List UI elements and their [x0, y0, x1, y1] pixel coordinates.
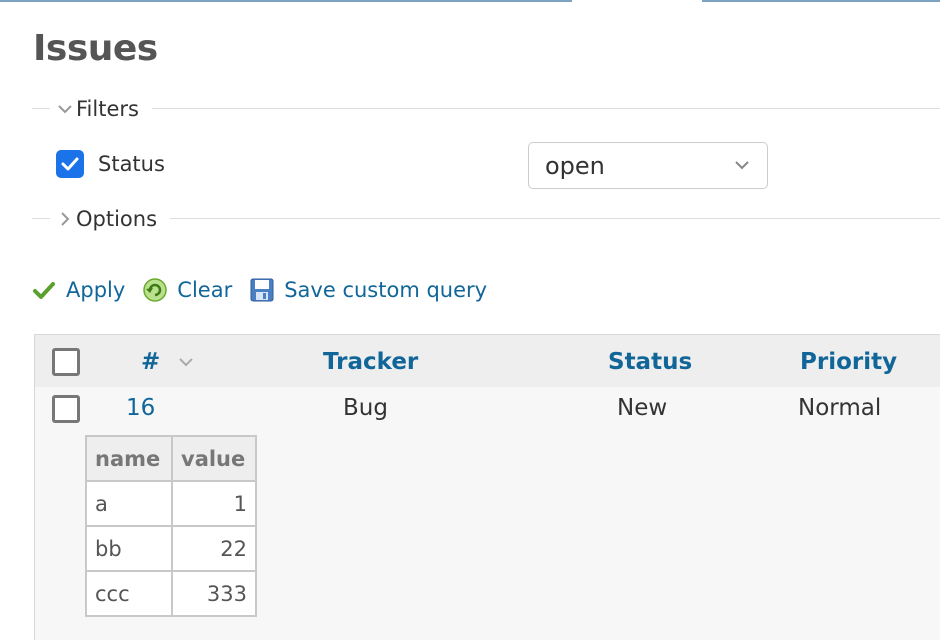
page-title: Issues — [33, 28, 158, 69]
list-header-row: # Tracker Status Priority — [35, 335, 940, 387]
table-row: bb 22 — [85, 525, 257, 572]
chevron-down-icon — [735, 161, 749, 170]
select-all-checkbox[interactable] — [52, 348, 80, 376]
issue-status: New — [617, 395, 668, 421]
status-filter-row: Status — [56, 150, 165, 178]
issue-id-link[interactable]: 16 — [126, 395, 155, 421]
options-legend-label: Options — [76, 207, 158, 231]
apply-button[interactable]: Apply — [30, 276, 125, 304]
row-checkbox[interactable] — [52, 395, 80, 423]
description-table: name value a 1 bb 22 ccc 333 — [85, 435, 257, 617]
clear-button[interactable]: Clear — [141, 276, 232, 304]
column-header-status[interactable]: Status — [608, 349, 692, 375]
issue-tracker: Bug — [343, 395, 388, 421]
cell-value: 1 — [171, 480, 257, 527]
status-operator-value: open — [545, 151, 605, 180]
apply-label: Apply — [66, 278, 126, 302]
issues-list: # Tracker Status Priority 16 Bug New Nor… — [34, 334, 940, 640]
chevron-down-icon[interactable] — [54, 97, 76, 121]
clear-label: Clear — [177, 278, 233, 302]
cell-name: ccc — [85, 570, 173, 617]
issue-priority: Normal — [798, 395, 882, 421]
status-filter-checkbox[interactable] — [56, 150, 84, 178]
cell-value: 333 — [171, 570, 257, 617]
save-query-label: Save custom query — [284, 278, 488, 302]
chevron-right-icon[interactable] — [54, 207, 76, 231]
description-table-header: name value — [85, 435, 257, 482]
reload-icon — [141, 276, 169, 304]
checkmark-icon — [61, 157, 79, 171]
save-icon — [248, 276, 276, 304]
top-strip-segment — [702, 0, 940, 2]
query-actions: Apply Clear Save custom query — [30, 273, 503, 307]
column-header-tracker[interactable]: Tracker — [323, 349, 418, 375]
options-fieldset: Options — [32, 207, 940, 231]
filters-legend[interactable]: Filters — [54, 97, 143, 121]
sort-desc-icon — [179, 358, 193, 367]
cell-value: 22 — [171, 525, 257, 572]
table-row: a 1 — [85, 480, 257, 527]
status-filter-label: Status — [98, 152, 165, 176]
header-value: value — [171, 435, 257, 482]
column-header-id[interactable]: # — [141, 349, 160, 375]
options-legend[interactable]: Options — [54, 207, 162, 231]
cell-name: a — [85, 480, 173, 527]
filters-legend-label: Filters — [76, 97, 139, 121]
top-tab-strip — [0, 0, 940, 3]
checkmark-icon — [30, 276, 58, 304]
top-strip-segment — [0, 0, 572, 2]
table-row: ccc 333 — [85, 570, 257, 617]
status-operator-select[interactable]: open — [528, 142, 768, 189]
cell-name: bb — [85, 525, 173, 572]
save-query-button[interactable]: Save custom query — [248, 276, 487, 304]
header-name: name — [85, 435, 173, 482]
filters-fieldset: Filters — [32, 97, 940, 121]
column-header-priority[interactable]: Priority — [800, 349, 897, 375]
